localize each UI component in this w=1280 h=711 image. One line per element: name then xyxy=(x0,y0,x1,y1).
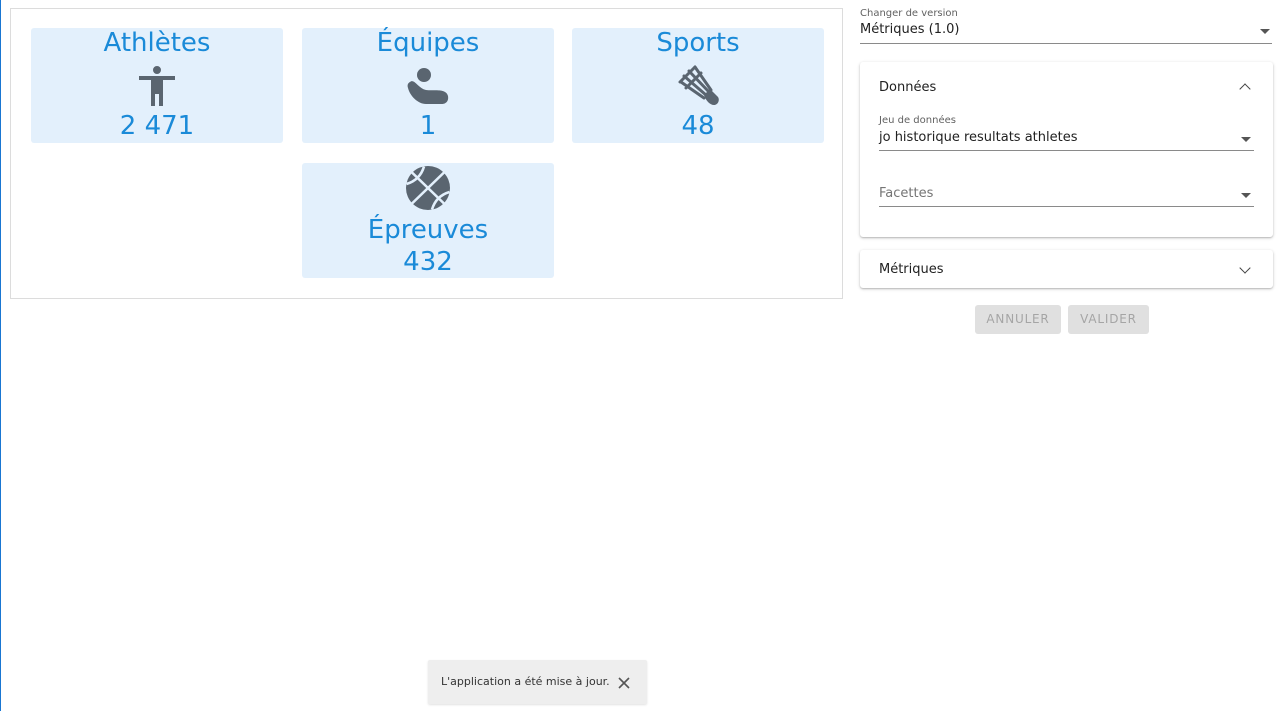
card-title: Sports xyxy=(656,28,740,58)
card-value: 48 xyxy=(681,111,715,141)
card-value: 432 xyxy=(403,247,453,277)
card-epreuves: Épreuves 432 xyxy=(302,163,554,278)
team-icon xyxy=(404,62,452,110)
card-title: Épreuves xyxy=(367,215,489,245)
card-value: 2 471 xyxy=(119,111,195,141)
facets-select[interactable]: Facettes xyxy=(879,183,1254,207)
card-title: Athlètes xyxy=(103,28,211,58)
metriques-panel-title: Métriques xyxy=(879,262,944,277)
shuttlecock-icon xyxy=(674,62,722,110)
version-label: Changer de version xyxy=(860,8,958,19)
dropdown-arrow-icon xyxy=(1241,137,1251,142)
preview-panel: Athlètes 2 471 Équipes 1 Sports 48 Épreu… xyxy=(10,8,843,299)
dataset-label: Jeu de données xyxy=(879,115,956,126)
chevron-down-icon xyxy=(1239,262,1251,274)
card-sports: Sports 48 xyxy=(572,28,824,143)
metriques-panel[interactable]: Métriques xyxy=(860,250,1273,288)
facets-placeholder: Facettes xyxy=(879,186,934,201)
left-edge-border xyxy=(0,0,1,711)
card-athletes: Athlètes 2 471 xyxy=(31,28,283,143)
chevron-up-icon xyxy=(1239,83,1251,95)
dropdown-arrow-icon xyxy=(1241,193,1251,198)
snackbar-message: L'application a été mise à jour. xyxy=(441,675,610,688)
dataset-value: jo historique resultats athletes xyxy=(879,130,1078,145)
person-icon xyxy=(133,62,181,110)
basketball-icon xyxy=(404,164,452,212)
update-snackbar: L'application a été mise à jour. xyxy=(428,660,647,704)
validate-button[interactable]: VALIDER xyxy=(1068,305,1149,334)
donnees-panel: Données Jeu de données jo historique res… xyxy=(860,62,1273,237)
close-icon[interactable] xyxy=(617,675,631,689)
dropdown-arrow-icon xyxy=(1260,29,1270,34)
version-select[interactable]: Métriques (1.0) xyxy=(860,20,1272,44)
cancel-button[interactable]: ANNULER xyxy=(975,305,1061,334)
dataset-select[interactable]: jo historique resultats athletes xyxy=(879,127,1254,151)
card-equipes: Équipes 1 xyxy=(302,28,554,143)
version-value: Métriques (1.0) xyxy=(860,22,960,37)
card-value: 1 xyxy=(419,111,437,141)
donnees-panel-title: Données xyxy=(879,80,937,95)
card-title: Équipes xyxy=(376,28,480,58)
donnees-panel-header[interactable]: Données xyxy=(860,62,1273,112)
